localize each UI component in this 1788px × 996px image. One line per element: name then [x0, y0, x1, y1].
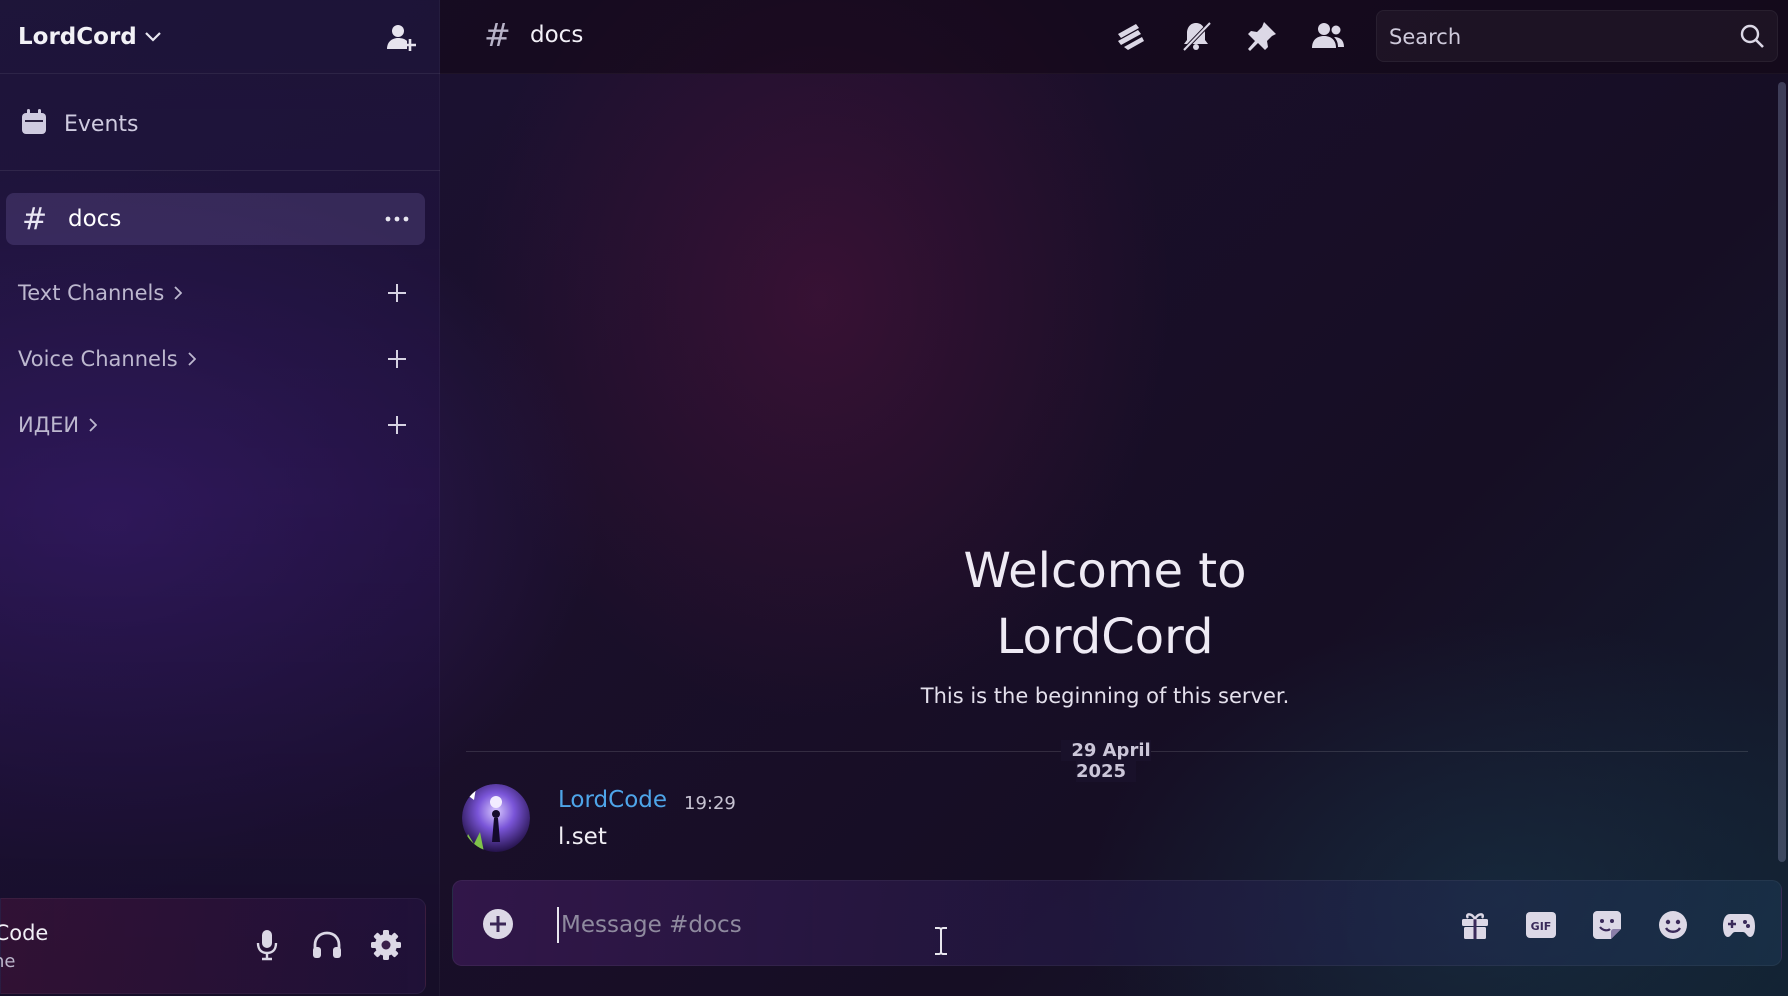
chevron-right-icon [89, 418, 98, 432]
chevron-right-icon [188, 352, 196, 366]
add-channel-icon[interactable] [383, 279, 411, 307]
category-ideas[interactable]: ИДЕИ [0, 405, 440, 445]
server-name: LordCord [18, 23, 137, 50]
user-status: line [0, 951, 16, 972]
channel-title: docs [530, 22, 584, 48]
pin-icon[interactable] [1244, 18, 1280, 54]
welcome-subtitle: This is the beginning of this server. [920, 684, 1290, 708]
sticker-icon[interactable] [1589, 907, 1625, 943]
gif-label: GIF [1531, 920, 1552, 933]
add-user-icon[interactable] [383, 20, 419, 56]
date-label: 29 April 2025 [1036, 740, 1176, 782]
search-input[interactable] [1389, 23, 1719, 51]
gift-icon[interactable] [1457, 907, 1493, 943]
channel-item-docs[interactable]: # docs [6, 193, 425, 245]
settings-gear-icon[interactable] [368, 927, 404, 963]
message-timestamp: 19:29 [684, 793, 736, 814]
sidebar-divider [0, 170, 440, 171]
hash-icon: # [484, 16, 511, 54]
server-header[interactable]: LordCord [0, 0, 440, 74]
search-icon[interactable] [1739, 23, 1767, 51]
category-text-channels[interactable]: Text Channels [0, 273, 440, 313]
user-panel: rdCode line [0, 898, 426, 994]
scrollbar[interactable] [1778, 82, 1786, 862]
channel-header: # docs [440, 0, 1788, 74]
events-item[interactable]: Events [0, 94, 440, 154]
chevron-down-icon [144, 31, 161, 42]
channel-sidebar: LordCord Events # docs Text Channels Voi… [0, 0, 440, 996]
category-label: Text Channels [18, 281, 165, 305]
category-label: Voice Channels [18, 347, 178, 371]
category-voice-channels[interactable]: Voice Channels [0, 339, 440, 379]
mute-notifications-icon[interactable] [1178, 18, 1214, 54]
microphone-icon[interactable] [249, 927, 285, 963]
date-text: 29 April 2025 [1061, 740, 1151, 782]
gif-icon[interactable]: GIF [1523, 907, 1559, 943]
more-options-icon[interactable] [383, 205, 411, 233]
add-attachment-icon[interactable] [481, 907, 515, 941]
message-author[interactable]: LordCode [558, 787, 667, 813]
message-composer: GIF [452, 880, 1782, 966]
threads-icon[interactable] [1112, 18, 1148, 54]
user-name[interactable]: rdCode [0, 921, 48, 945]
channel-name: docs [68, 206, 122, 232]
members-icon[interactable] [1310, 18, 1346, 54]
search-box[interactable] [1376, 10, 1778, 62]
welcome-title: Welcome to LordCord [963, 543, 1247, 665]
category-label: ИДЕИ [18, 413, 80, 437]
calendar-icon [20, 108, 48, 140]
message-content: l.set [558, 824, 607, 850]
events-label: Events [64, 111, 139, 137]
hash-icon: # [22, 201, 48, 237]
headphones-icon[interactable] [309, 927, 345, 963]
text-cursor-icon [932, 926, 950, 956]
add-channel-icon[interactable] [383, 411, 411, 439]
add-channel-icon[interactable] [383, 345, 411, 373]
emoji-icon[interactable] [1655, 907, 1691, 943]
chevron-right-icon [174, 286, 183, 300]
game-icon[interactable] [1721, 907, 1757, 943]
avatar[interactable] [462, 784, 530, 852]
